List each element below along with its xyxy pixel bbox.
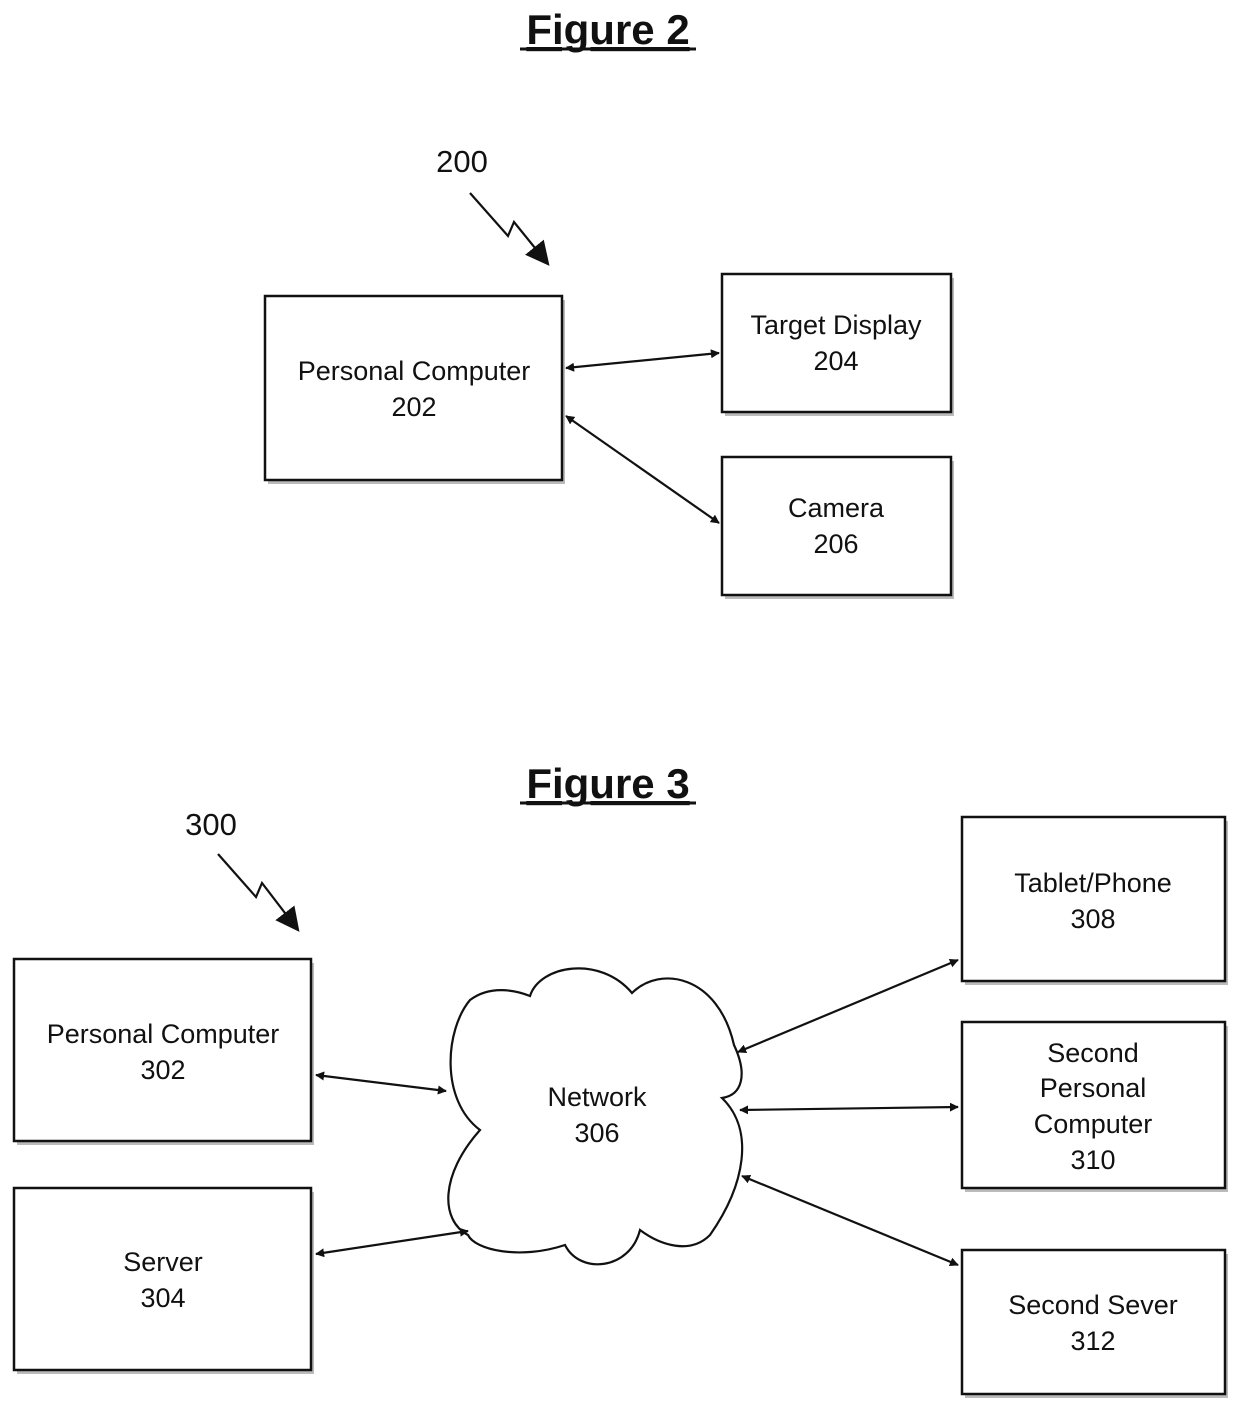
node-number: 302 bbox=[140, 1055, 185, 1085]
node-network-306[interactable]: Network 306 bbox=[447, 967, 744, 1266]
node-label: Target Display bbox=[750, 310, 922, 340]
figure-2-ref-number: 200 bbox=[436, 144, 488, 179]
figure-2-ref-arrow bbox=[469, 192, 550, 266]
edge-pc202-display204 bbox=[565, 349, 720, 372]
node-number: 306 bbox=[574, 1118, 619, 1148]
node-personal-computer-302[interactable]: Personal Computer 302 bbox=[12, 957, 314, 1145]
node-number: 304 bbox=[140, 1283, 185, 1313]
node-label-line-1: Second bbox=[1047, 1038, 1139, 1068]
node-label: Camera bbox=[788, 493, 885, 523]
node-server-304[interactable]: Server 304 bbox=[12, 1186, 314, 1374]
node-tablet-phone-308[interactable]: Tablet/Phone 308 bbox=[960, 815, 1228, 985]
edge-network306-server312 bbox=[741, 1174, 959, 1267]
node-number: 206 bbox=[813, 529, 858, 559]
node-label: Second Sever bbox=[1008, 1290, 1178, 1320]
figure-2-title: Figure 2 bbox=[526, 6, 689, 53]
node-label: Personal Computer bbox=[298, 356, 531, 386]
node-label-line-3: Computer bbox=[1034, 1109, 1153, 1139]
edge-server304-network306 bbox=[315, 1227, 469, 1258]
node-number: 308 bbox=[1070, 904, 1115, 934]
edge-pc202-camera206 bbox=[565, 415, 720, 524]
node-number: 204 bbox=[813, 346, 858, 376]
node-label: Network bbox=[547, 1082, 647, 1112]
node-number: 310 bbox=[1070, 1145, 1115, 1175]
node-target-display-204[interactable]: Target Display 204 bbox=[720, 272, 954, 416]
node-label: Tablet/Phone bbox=[1014, 868, 1172, 898]
node-number: 312 bbox=[1070, 1326, 1115, 1356]
figure-3-title: Figure 3 bbox=[526, 760, 689, 807]
edge-network306-tablet308 bbox=[737, 958, 959, 1054]
node-label: Personal Computer bbox=[47, 1019, 280, 1049]
figure-3-ref-arrow bbox=[217, 853, 300, 932]
node-second-personal-computer-310[interactable]: Second Personal Computer 310 bbox=[960, 1020, 1228, 1192]
cloud-icon bbox=[447, 967, 744, 1266]
node-personal-computer-202[interactable]: Personal Computer 202 bbox=[263, 294, 565, 484]
figure-3-ref-number: 300 bbox=[185, 807, 237, 842]
node-number: 202 bbox=[391, 392, 436, 422]
node-label: Server bbox=[123, 1247, 203, 1277]
edge-pc302-network306 bbox=[315, 1071, 447, 1095]
edge-network306-pc310 bbox=[739, 1102, 959, 1115]
node-camera-206[interactable]: Camera 206 bbox=[720, 455, 954, 599]
diagram-canvas: Figure 2 200 Personal Computer 202 Targe… bbox=[12, 6, 1228, 1398]
node-second-server-312[interactable]: Second Sever 312 bbox=[960, 1248, 1228, 1398]
node-label-line-2: Personal bbox=[1040, 1073, 1147, 1103]
